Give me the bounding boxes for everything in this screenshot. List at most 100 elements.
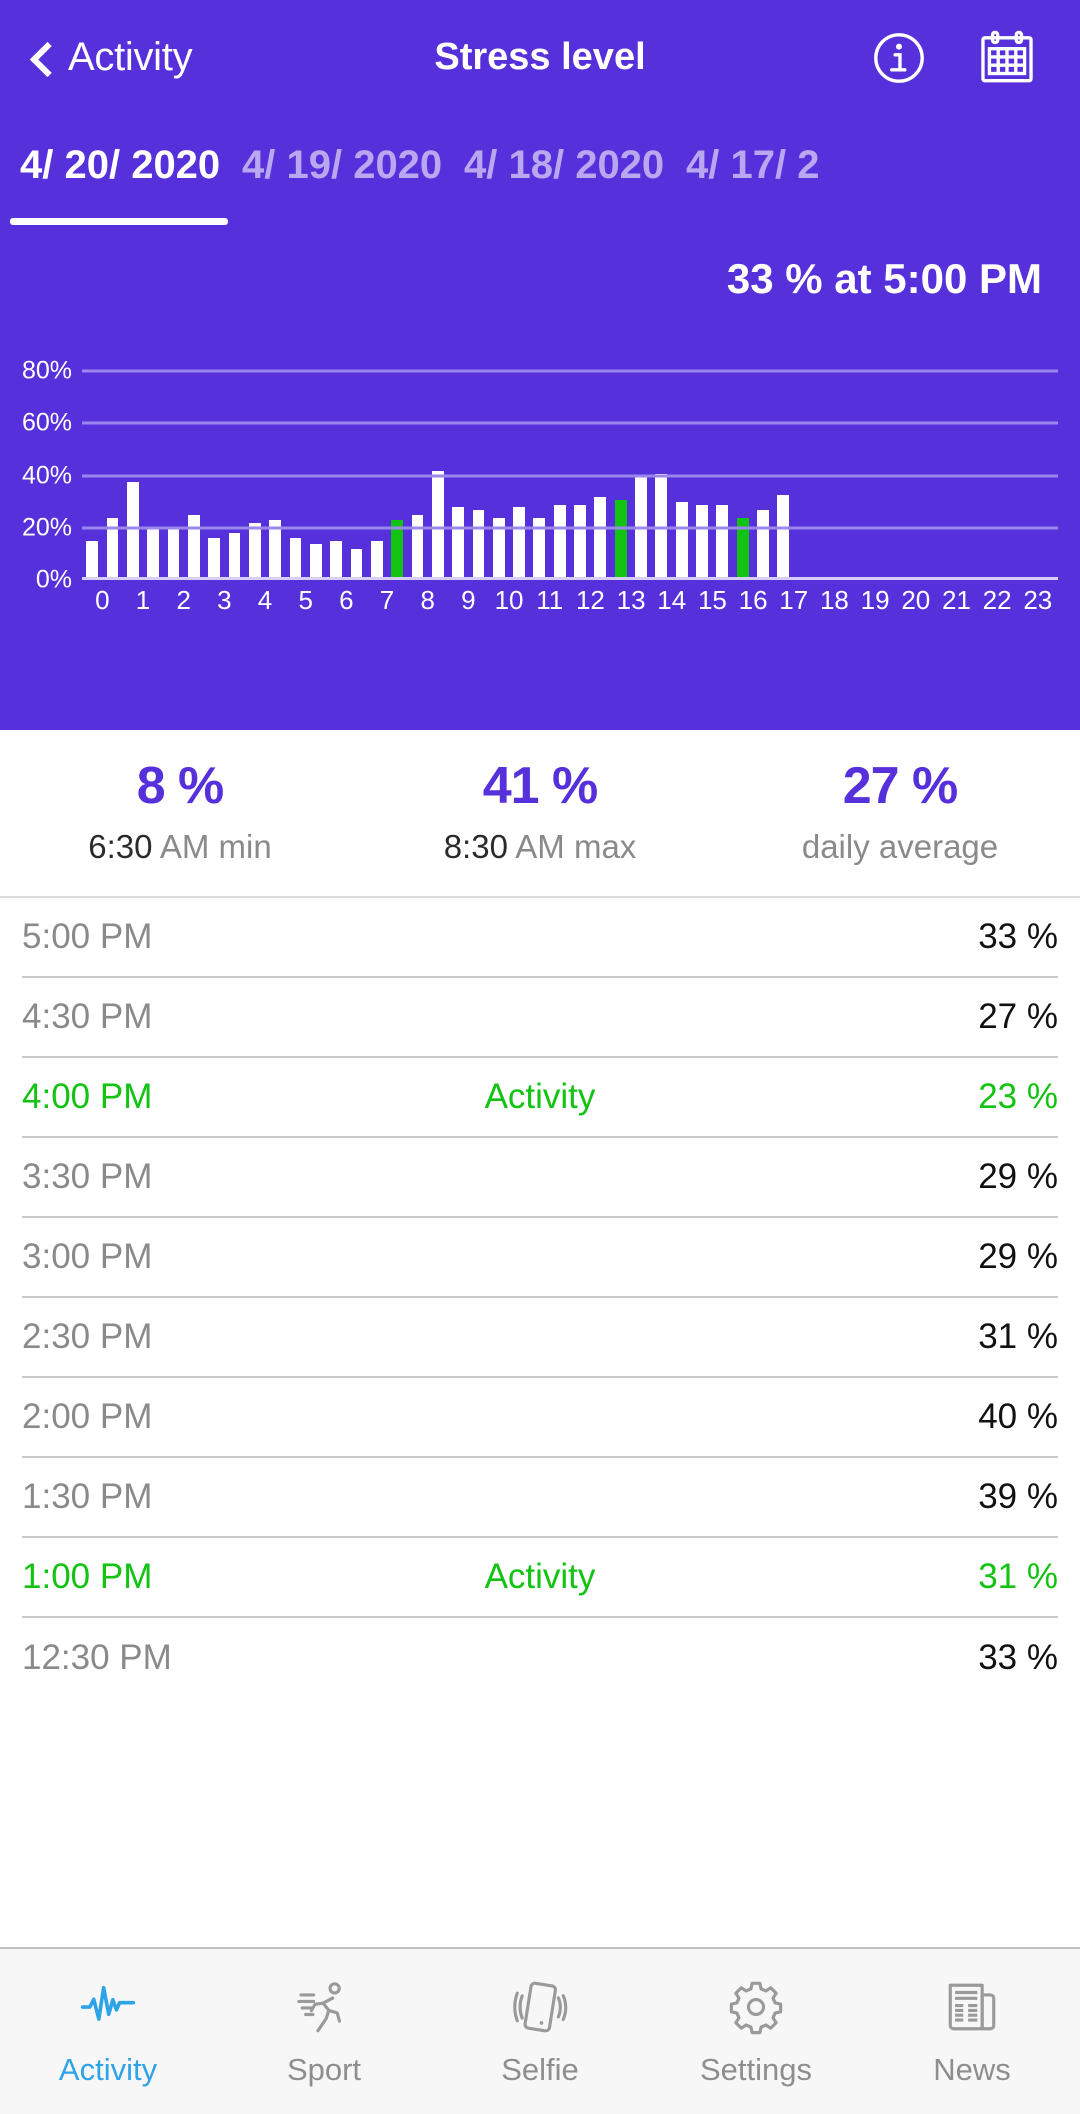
stat-average-value: 27 % <box>842 757 959 815</box>
chart-bar <box>370 540 383 577</box>
gridline-60 <box>82 421 1058 425</box>
x-tick-12: 12 <box>575 585 605 615</box>
date-tab-3[interactable]: 4/ 17/ 2 <box>686 115 908 188</box>
x-tick-23: 23 <box>1023 585 1053 615</box>
reading-tag: Activity <box>484 1557 596 1596</box>
stat-min: 8 % 6:30 AM min <box>0 756 360 866</box>
stat-min-label: 6:30 AM min <box>0 828 360 866</box>
chart-bar <box>167 528 180 577</box>
reading-time: 2:00 PM <box>22 1397 153 1436</box>
y-tick-60: 60% <box>21 408 72 437</box>
chart-plot[interactable]: 0% 20% 40% 60% 80% 0 1 2 3 4 5 6 7 8 9 10 11 12 13 14 15 16 1… <box>0 345 1080 645</box>
reading-row[interactable]: 4:30 PM 27 % <box>22 978 1058 1058</box>
x-tick-10: 10 <box>494 585 524 615</box>
bar-slot-13b <box>631 345 651 577</box>
chart-bar <box>330 540 342 577</box>
chart-bar <box>187 515 200 577</box>
bar-slot-22a <box>976 345 996 577</box>
stress-chart-panel: 33 % at 5:00 PM 0% 20% 40% 60% 80% 012345678… <box>0 225 1080 730</box>
bar-slot-19a <box>854 345 874 577</box>
reading-row[interactable]: 5:00 PM 33 % <box>22 898 1058 978</box>
pulse-icon <box>79 1976 137 2038</box>
x-tick-9: 9 <box>461 585 476 615</box>
chart-bar <box>289 538 302 577</box>
tab-label: Selfie <box>501 2051 579 2087</box>
reading-value: 31 % <box>978 1557 1058 1596</box>
bar-slot-18b <box>834 345 854 577</box>
chart-bar <box>594 497 607 577</box>
x-tick-11: 11 <box>536 585 564 615</box>
reading-row[interactable]: 2:00 PM 40 % <box>22 1378 1058 1458</box>
gear-icon <box>727 1976 785 2038</box>
bar-slot-11a <box>529 345 549 577</box>
date-tab-0[interactable]: 4/ 20/ 2020 <box>20 115 242 188</box>
tab-selfie[interactable]: Selfie <box>432 1976 648 2088</box>
bar-slot-3b <box>224 345 244 577</box>
chart-bar <box>411 515 424 577</box>
date-tab-strip[interactable]: 4/ 20/ 2020 4/ 19/ 2020 4/ 18/ 2020 4/ 1… <box>0 115 1080 225</box>
chart-readout: 33 % at 5:00 PM <box>726 255 1042 302</box>
bar-slot-14b <box>672 345 692 577</box>
chart-bar <box>513 507 525 577</box>
bar-slot-23a <box>1017 345 1037 577</box>
date-tab-1[interactable]: 4/ 19/ 2020 <box>242 115 464 188</box>
back-button[interactable]: Activity <box>28 35 193 80</box>
reading-row[interactable]: 1:00 PM Activity 31 % <box>22 1538 1058 1618</box>
reading-row[interactable]: 1:30 PM 39 % <box>22 1458 1058 1538</box>
bar-slot-6b <box>346 345 366 577</box>
chart-bar <box>147 528 160 577</box>
date-tab-2[interactable]: 4/ 18/ 2020 <box>464 115 686 188</box>
bar-slot-15b <box>712 345 732 577</box>
tab-activity[interactable]: Activity <box>0 1976 216 2088</box>
y-tick-80: 80% <box>21 356 72 385</box>
reading-row[interactable]: 4:00 PM Activity 23 % <box>22 1058 1058 1138</box>
tab-sport[interactable]: Sport <box>216 1976 432 2088</box>
chart-bar <box>675 502 688 577</box>
bar-slot-7a <box>367 345 387 577</box>
y-axis-labels: 0% 20% 40% 60% 80% <box>0 345 78 594</box>
chart-bar <box>309 543 322 577</box>
active-tab-indicator <box>10 218 228 225</box>
stat-max-value: 41 % <box>482 757 599 815</box>
tab-news[interactable]: News <box>864 1976 1080 2088</box>
back-button-label: Activity <box>68 35 193 79</box>
x-tick-17: 17 <box>779 585 809 615</box>
x-tick-5: 5 <box>298 585 313 615</box>
reading-time: 4:30 PM <box>22 997 153 1036</box>
chart-bar <box>553 504 566 577</box>
bar-slot-14a <box>651 345 671 577</box>
bar-slot-10b <box>509 345 529 577</box>
bar-slot-2a <box>163 345 183 577</box>
stat-min-time: 6:30 <box>88 828 160 865</box>
chevron-left-icon <box>28 45 54 71</box>
bar-slot-9b <box>468 345 488 577</box>
stat-max-suffix: AM max <box>515 828 637 865</box>
chart-bars <box>82 345 1058 577</box>
bar-slot-20b <box>915 345 935 577</box>
tab-settings[interactable]: Settings <box>648 1976 864 2088</box>
reading-row[interactable]: 2:30 PM 31 % <box>22 1298 1058 1378</box>
bar-slot-0a <box>82 345 102 577</box>
stat-max-label: 8:30 AM max <box>360 828 720 866</box>
bar-slot-1a <box>123 345 143 577</box>
x-tick-1: 1 <box>135 585 151 615</box>
x-axis-labels: 0 1 2 3 4 5 6 7 8 9 10 11 12 13 14 15 16 17 18 19 20 21 22 23 <box>82 585 1058 616</box>
x-tick-18: 18 <box>819 585 849 615</box>
info-circle-icon[interactable] <box>870 29 928 87</box>
reading-list: 5:00 PM 33 % 4:30 PM 27 % 4:00 PM Activity 23 … <box>0 898 1080 1698</box>
chart-bar <box>574 504 586 577</box>
bar-slot-1b <box>143 345 163 577</box>
reading-row[interactable]: 12:30 PM 33 % <box>22 1618 1058 1698</box>
tab-label: Sport <box>286 2051 362 2087</box>
summary-stats: 8 % 6:30 AM min 41 % 8:30 AM max 27 % da… <box>0 730 1080 898</box>
reading-row[interactable]: 3:30 PM 29 % <box>22 1138 1058 1218</box>
chart-bar <box>350 548 363 577</box>
header-actions <box>870 27 1038 89</box>
bar-slot-10a <box>489 345 509 577</box>
x-tick-8: 8 <box>420 585 435 615</box>
stat-average: 27 % daily average <box>720 756 1080 866</box>
calendar-icon[interactable] <box>976 27 1038 89</box>
bar-slot-4b <box>265 345 285 577</box>
reading-row[interactable]: 3:00 PM 29 % <box>22 1218 1058 1298</box>
x-tick-21: 21 <box>941 585 971 615</box>
